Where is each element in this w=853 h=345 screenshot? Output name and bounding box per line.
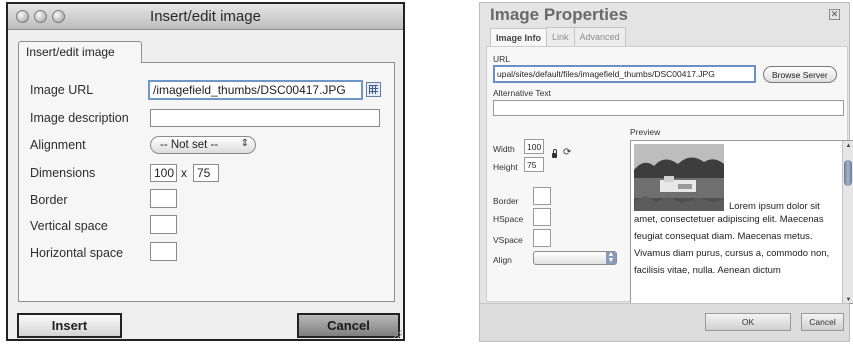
- border-input[interactable]: [533, 187, 551, 205]
- preview-text: Lorem ipsum dolor sit amet, consectetuer…: [634, 201, 841, 279]
- image-info-panel: URL upal/sites/default/files/imagefield_…: [486, 46, 853, 304]
- tab-image-info[interactable]: Image Info: [490, 28, 548, 47]
- dialog-title: Insert/edit image: [150, 8, 261, 25]
- border-input[interactable]: [150, 189, 177, 208]
- preview-text-first-line: Lorem ipsum dolor sit: [729, 201, 820, 212]
- preview-text-body: amet, consectetuer adipiscing elit. Maec…: [634, 214, 830, 276]
- scroll-up-icon[interactable]: ▲: [843, 143, 853, 149]
- preview-image: [634, 144, 724, 211]
- hspace-input[interactable]: [533, 208, 551, 226]
- alternative-text-label: Alternative Text: [493, 88, 551, 98]
- tab-insert-edit-image[interactable]: Insert/edit image: [18, 41, 142, 63]
- align-select[interactable]: ▲ ▼: [533, 251, 617, 265]
- browse-server-button[interactable]: Browse Server: [763, 66, 837, 83]
- dimension-separator: x: [181, 166, 187, 180]
- align-label: Align: [493, 255, 512, 265]
- vspace-label: VSpace: [493, 235, 523, 245]
- width-input[interactable]: 100: [150, 164, 177, 182]
- url-label: URL: [493, 54, 511, 64]
- grid-browse-icon[interactable]: [366, 82, 381, 97]
- preview-label: Preview: [630, 127, 661, 137]
- horizontal-space-input[interactable]: [150, 242, 177, 261]
- close-icon[interactable]: ✕: [829, 9, 840, 20]
- tab-strip: Image Info Link Advanced: [490, 27, 626, 47]
- width-label: Width: [493, 144, 515, 154]
- hspace-label: HSpace: [493, 214, 524, 224]
- alternative-text-input[interactable]: [493, 100, 844, 116]
- horizontal-space-label: Horizontal space: [30, 246, 124, 260]
- vertical-space-input[interactable]: [150, 215, 177, 234]
- preview-box: Lorem ipsum dolor sit amet, consectetuer…: [630, 140, 853, 304]
- url-input[interactable]: upal/sites/default/files/imagefield_thum…: [493, 65, 756, 83]
- vertical-space-label: Vertical space: [30, 219, 108, 233]
- ok-button[interactable]: OK: [705, 313, 791, 331]
- resize-grip-icon[interactable]: [392, 328, 402, 338]
- image-description-label: Image description: [30, 111, 129, 125]
- height-input[interactable]: 75: [524, 157, 544, 172]
- tab-link[interactable]: Link: [546, 27, 575, 46]
- width-input[interactable]: 100: [524, 139, 544, 154]
- insert-edit-image-dialog: Insert/edit image Insert/edit image Imag…: [6, 2, 405, 341]
- lock-icon[interactable]: [552, 149, 557, 158]
- image-url-label: Image URL: [30, 83, 94, 97]
- title-bar: Insert/edit image: [8, 4, 403, 30]
- chevron-updown-icon: ⇕: [240, 138, 249, 149]
- image-url-input[interactable]: /imagefield_thumbs/DSC00417.JPG: [148, 80, 363, 100]
- border-label: Border: [493, 196, 519, 206]
- cancel-button[interactable]: Cancel: [297, 313, 400, 338]
- preview-scrollbar[interactable]: ▲ ▼: [842, 141, 853, 303]
- tab-advanced[interactable]: Advanced: [573, 27, 626, 46]
- reset-size-icon[interactable]: ⟳: [563, 147, 571, 158]
- scroll-thumb[interactable]: [844, 160, 852, 186]
- alignment-select-value: -- Not set --: [160, 139, 219, 151]
- insert-button[interactable]: Insert: [17, 313, 122, 338]
- vspace-input[interactable]: [533, 229, 551, 247]
- dialog-title: Image Properties: [490, 5, 628, 24]
- cancel-button[interactable]: Cancel: [801, 313, 844, 331]
- dimensions-label: Dimensions: [30, 166, 96, 180]
- dialog-footer: OK Cancel: [480, 303, 849, 341]
- border-label: Border: [30, 193, 68, 207]
- general-panel: Image URL /imagefield_thumbs/DSC00417.JP…: [18, 62, 395, 302]
- alignment-select[interactable]: -- Not set -- ⇕: [150, 136, 256, 154]
- image-description-input[interactable]: [150, 109, 380, 127]
- chevron-updown-icon: ▲ ▼: [606, 251, 616, 264]
- height-input[interactable]: 75: [193, 164, 219, 182]
- alignment-label: Alignment: [30, 138, 86, 152]
- height-label: Height: [493, 162, 518, 172]
- image-properties-dialog: Image Properties ✕ Image Info Link Advance…: [479, 2, 853, 342]
